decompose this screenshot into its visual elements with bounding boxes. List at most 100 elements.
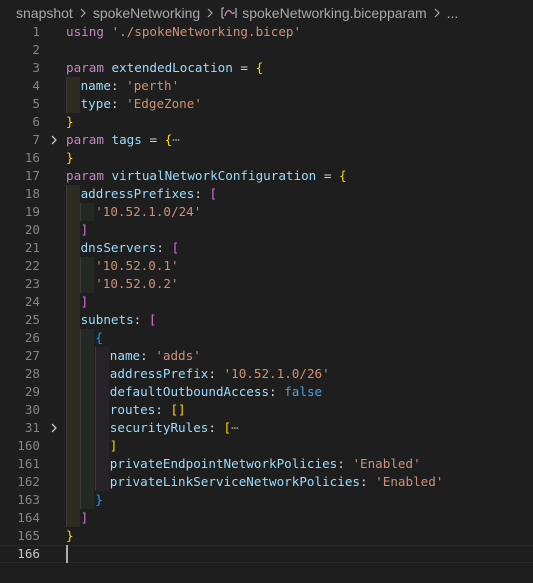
code-token: addressPrefixes: [80, 186, 195, 201]
code-content: addressPrefix: '10.52.1.0/26': [110, 365, 330, 383]
current-line-highlight: [0, 545, 533, 563]
indent-guide: [66, 203, 80, 221]
indent-guide: [66, 257, 80, 275]
code-line[interactable]: 3 param extendedLocation = {: [0, 59, 533, 77]
code-token: {: [338, 168, 347, 183]
indent-guide: [66, 383, 80, 401]
code-token: :: [133, 312, 149, 327]
indent-guide: [80, 437, 94, 455]
code-line[interactable]: 164]: [0, 509, 533, 527]
code-line[interactable]: 17 param virtualNetworkConfiguration = {: [0, 167, 533, 185]
indent-guide: [80, 365, 94, 383]
code-content: privateLinkServiceNetworkPolicies: 'Enab…: [110, 473, 444, 491]
code-line[interactable]: 5 type: 'EdgeZone': [0, 95, 533, 113]
code-line[interactable]: 6}: [0, 113, 533, 131]
code-line[interactable]: 4 name: 'perth': [0, 77, 533, 95]
chevron-right-icon[interactable]: [48, 422, 60, 434]
code-token: :: [337, 456, 353, 471]
code-token: securityRules: [109, 420, 209, 435]
code-line[interactable]: 29 defaultOutboundAccess: false: [0, 383, 533, 401]
code-token: }: [66, 114, 74, 129]
line-number: 27: [24, 348, 40, 363]
code-token: addressPrefix: [109, 366, 209, 381]
chevron-right-icon: [430, 6, 444, 20]
breadcrumb-item-file[interactable]: spokeNetworking.bicepparam: [242, 5, 426, 21]
line-number: 19: [24, 204, 40, 219]
code-line[interactable]: 20]: [0, 221, 533, 239]
code-editor[interactable]: 1 using './spokeNetworking.bicep' 2 3 param …: [0, 23, 533, 583]
breadcrumb-item-snapshot[interactable]: snapshot: [16, 5, 73, 21]
code-token: }: [66, 528, 74, 543]
code-token: subnets: [80, 312, 134, 327]
code-line[interactable]: 18 addressPrefixes: [: [0, 185, 533, 203]
code-line[interactable]: 28 addressPrefix: '10.52.1.0/26': [0, 365, 533, 383]
code-line[interactable]: 19 '10.52.1.0/24': [0, 203, 533, 221]
line-number: 28: [24, 366, 40, 381]
code-content: using './spokeNetworking.bicep': [66, 23, 301, 41]
code-line[interactable]: 24]: [0, 293, 533, 311]
line-number: 18: [24, 186, 40, 201]
code-line[interactable]: 26 {: [0, 329, 533, 347]
code-token: '10.52.1.0/26': [223, 366, 330, 381]
code-line[interactable]: 7 param tags = {⋯: [0, 131, 533, 149]
code-token: 'perth': [126, 78, 180, 93]
code-line[interactable]: 16}: [0, 149, 533, 167]
code-content: name: 'adds': [110, 347, 201, 365]
code-line[interactable]: 21 dnsServers: [: [0, 239, 533, 257]
code-line[interactable]: 163}: [0, 491, 533, 509]
code-line[interactable]: 1 using './spokeNetworking.bicep': [0, 23, 533, 41]
code-line[interactable]: 160]: [0, 437, 533, 455]
indent-guide: [66, 473, 80, 491]
code-content: '10.52.0.1': [95, 257, 178, 275]
code-line[interactable]: 2: [0, 41, 533, 59]
code-line[interactable]: 23 '10.52.0.2': [0, 275, 533, 293]
code-content: routes: []: [110, 401, 186, 419]
breadcrumb-item-folder[interactable]: spokeNetworking: [93, 5, 200, 21]
code-line[interactable]: 31 securityRules: [⋯: [0, 419, 533, 437]
code-token: using: [66, 24, 104, 39]
code-token: ⋯: [231, 420, 239, 435]
breadcrumb-item-more[interactable]: ...: [447, 5, 459, 21]
code-content: ]: [110, 437, 118, 455]
line-number: 29: [24, 384, 40, 399]
line-number: 2: [32, 42, 40, 57]
code-token: [: [209, 186, 218, 201]
line-number: 7: [32, 132, 40, 147]
indent-guide: [66, 185, 80, 203]
code-token: ⋯: [172, 132, 180, 147]
code-content: dnsServers: [: [81, 239, 180, 257]
code-line[interactable]: 166: [0, 545, 533, 563]
line-number: 21: [24, 240, 40, 255]
code-token: param: [66, 168, 104, 183]
code-line[interactable]: 25 subnets: [: [0, 311, 533, 329]
chevron-right-icon[interactable]: [48, 134, 60, 146]
line-number: 24: [24, 294, 40, 309]
code-content: securityRules: [⋯: [110, 419, 239, 437]
line-number: 26: [24, 330, 40, 345]
code-line[interactable]: 162 privateLinkServiceNetworkPolicies: 'E…: [0, 473, 533, 491]
code-line[interactable]: 165}: [0, 527, 533, 545]
code-token: ]: [80, 222, 89, 237]
code-token: param: [66, 60, 104, 75]
code-token: ]: [80, 294, 89, 309]
code-token: param: [66, 132, 104, 147]
code-token: [: [148, 312, 157, 327]
code-line[interactable]: 27 name: 'adds': [0, 347, 533, 365]
code-content: }: [66, 149, 74, 167]
code-token: defaultOutboundAccess: [109, 384, 270, 399]
code-line[interactable]: 161 privateEndpointNetworkPolicies: 'Enab…: [0, 455, 533, 473]
code-token: :: [110, 96, 127, 111]
indent-guide: [80, 455, 94, 473]
code-token: 'adds': [155, 348, 201, 363]
code-content: }: [66, 527, 74, 545]
indent-guide: [95, 365, 109, 383]
indent-guide: [66, 491, 80, 509]
code-line[interactable]: 22 '10.52.0.1': [0, 257, 533, 275]
line-number: 166: [17, 546, 40, 561]
code-content: }: [95, 491, 103, 509]
code-line[interactable]: 30 routes: []: [0, 401, 533, 419]
line-number: 25: [24, 312, 40, 327]
line-number: 163: [17, 492, 40, 507]
chevron-right-icon: [203, 6, 217, 20]
line-number: 160: [17, 438, 40, 453]
